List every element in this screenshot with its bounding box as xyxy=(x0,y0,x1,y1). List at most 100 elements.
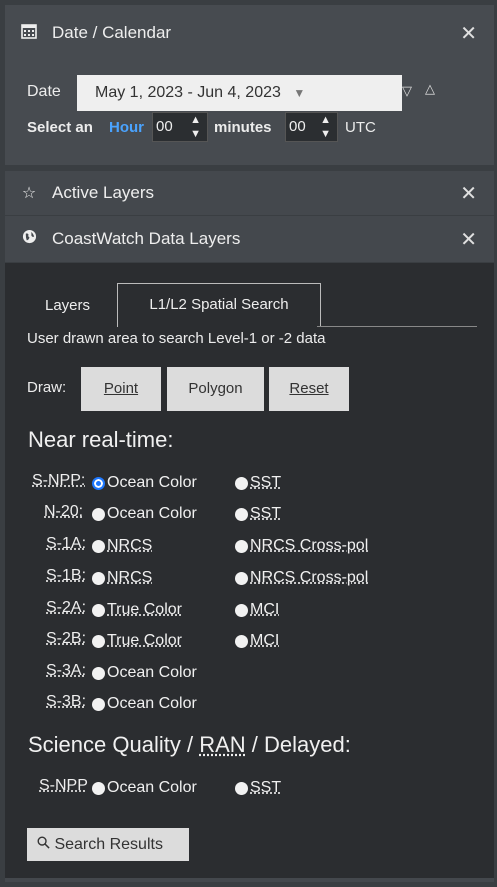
radio-icon xyxy=(92,634,105,648)
sat-label: S-2B: xyxy=(46,630,87,647)
ran-abbreviation: RAN xyxy=(199,732,246,757)
point-button[interactable]: Point xyxy=(81,367,161,411)
date-range-select[interactable]: May 1, 2023 - Jun 4, 2023 ▼ xyxy=(77,75,402,111)
radio-snpp-sst[interactable]: SST xyxy=(235,474,281,492)
tab-underline xyxy=(317,326,477,327)
nrt-row-s1a: S-1A: NRCS NRCS Cross-pol xyxy=(5,535,494,563)
sat-label: N-20: xyxy=(44,503,84,520)
draw-label: Draw: xyxy=(27,379,67,396)
radio-icon xyxy=(92,603,105,617)
radio-s1b-nrcs-cross-pol[interactable]: NRCS Cross-pol xyxy=(235,569,368,587)
radio-s1a-nrcs[interactable]: NRCS xyxy=(92,537,152,555)
active-layers-header[interactable]: ☆ Active Layers ✕ xyxy=(5,171,494,215)
radio-s2a-true-color[interactable]: True Color xyxy=(92,601,182,619)
sat-label: S-1A: xyxy=(46,535,87,552)
coastwatch-layers-header[interactable]: CoastWatch Data Layers ✕ xyxy=(5,216,494,262)
science-row-snpp: S-NPP Ocean Color SST xyxy=(5,777,494,805)
radio-icon xyxy=(92,781,105,795)
minutes-label: minutes xyxy=(214,119,272,136)
radio-icon xyxy=(92,539,105,553)
radio-n20-ocean-color[interactable]: Ocean Color xyxy=(92,505,197,523)
chevron-down-icon: ▼ xyxy=(293,86,306,100)
description-text: User drawn area to search Level-1 or -2 … xyxy=(27,330,326,347)
science-quality-heading: Science Quality / RAN / Delayed: xyxy=(28,732,351,758)
select-an-label: Select an xyxy=(27,119,93,136)
radio-icon xyxy=(235,507,248,521)
option-label: Ocean Color xyxy=(107,779,197,796)
radio-s3a-ocean-color[interactable]: Ocean Color xyxy=(92,664,197,682)
radio-snpp-ocean-color[interactable]: Ocean Color xyxy=(92,474,197,492)
radio-selected-icon xyxy=(92,476,105,490)
radio-n20-sst[interactable]: SST xyxy=(235,505,281,523)
polygon-button[interactable]: Polygon xyxy=(167,367,264,411)
reset-label: Reset xyxy=(289,380,329,397)
nrt-row-s3a: S-3A: Ocean Color xyxy=(5,662,494,690)
calendar-icon xyxy=(19,23,39,44)
bottom-bar xyxy=(5,878,494,882)
search-icon xyxy=(37,836,54,853)
option-label: Ocean Color xyxy=(107,695,197,712)
close-icon[interactable]: ✕ xyxy=(460,227,477,252)
reset-button[interactable]: Reset xyxy=(269,367,349,411)
sat-label: S-2A: xyxy=(46,599,87,616)
radio-s2b-mci[interactable]: MCI xyxy=(235,632,279,650)
date-range-value: May 1, 2023 - Jun 4, 2023 xyxy=(95,84,281,101)
date-calendar-section: Date / Calendar ✕ Date May 1, 2023 - Jun… xyxy=(5,5,494,165)
option-label: SST xyxy=(250,779,282,796)
tab-l1l2-spatial-search[interactable]: L1/L2 Spatial Search xyxy=(117,283,321,327)
sat-label: S-3B: xyxy=(46,693,87,710)
option-label: NRCS xyxy=(107,537,153,554)
radio-icon xyxy=(92,571,105,585)
spinner-icon[interactable]: ▲ ▼ xyxy=(190,113,201,141)
science-heading-part: Science Quality / xyxy=(28,732,200,757)
radio-s1b-nrcs[interactable]: NRCS xyxy=(92,569,152,587)
option-label: True Color xyxy=(107,601,182,618)
date-label: Date xyxy=(27,83,61,100)
tab-l1l2-label: L1/L2 Spatial Search xyxy=(149,296,289,313)
option-label: MCI xyxy=(250,632,280,649)
nrt-row-snpp: S-NPP: Ocean Color SST xyxy=(5,472,494,500)
nrt-row-s1b: S-1B: NRCS NRCS Cross-pol xyxy=(5,567,494,595)
option-label: MCI xyxy=(250,601,280,618)
minutes-stepper[interactable]: 00 ▲ ▼ xyxy=(285,112,338,142)
radio-s2b-true-color[interactable]: True Color xyxy=(92,632,182,650)
close-icon[interactable]: ✕ xyxy=(460,181,477,206)
spinner-icon[interactable]: ▲ ▼ xyxy=(320,113,331,141)
map-sidebar-panel: Date / Calendar ✕ Date May 1, 2023 - Jun… xyxy=(5,5,494,882)
search-results-button[interactable]: Search Results xyxy=(27,828,189,861)
radio-icon xyxy=(92,507,105,521)
radio-science-snpp-ocean-color[interactable]: Ocean Color xyxy=(92,779,197,797)
date-calendar-header[interactable]: Date / Calendar ✕ xyxy=(5,11,494,55)
radio-s3b-ocean-color[interactable]: Ocean Color xyxy=(92,695,197,713)
option-label: True Color xyxy=(107,632,182,649)
point-label: Point xyxy=(103,380,139,397)
radio-icon xyxy=(92,666,105,680)
radio-s1a-nrcs-cross-pol[interactable]: NRCS Cross-pol xyxy=(235,537,368,555)
radio-icon xyxy=(235,476,248,490)
sat-label: S-1B: xyxy=(46,567,87,584)
radio-icon xyxy=(235,539,248,553)
radio-science-snpp-sst[interactable]: SST xyxy=(235,779,281,797)
option-label: Ocean Color xyxy=(107,664,197,681)
option-label: SST xyxy=(250,505,282,522)
collapse-up-icon[interactable]: △ xyxy=(425,81,435,97)
hour-stepper[interactable]: 00 ▲ ▼ xyxy=(152,112,208,142)
expand-down-icon[interactable]: ▽ xyxy=(402,83,412,99)
radio-icon xyxy=(235,603,248,617)
near-real-time-heading: Near real-time: xyxy=(28,427,174,452)
hour-label: Hour xyxy=(109,119,144,136)
option-label: NRCS Cross-pol xyxy=(250,537,369,554)
option-label: NRCS xyxy=(107,569,153,586)
spatial-search-content: Layers L1/L2 Spatial Search User drawn a… xyxy=(5,263,494,882)
active-layers-title: Active Layers xyxy=(52,183,155,202)
coastwatch-title: CoastWatch Data Layers xyxy=(52,229,241,248)
radio-icon xyxy=(235,571,248,585)
sat-label: S-NPP: xyxy=(32,472,86,489)
hour-value: 00 xyxy=(156,118,173,135)
nrt-row-s2b: S-2B: True Color MCI xyxy=(5,630,494,658)
close-icon[interactable]: ✕ xyxy=(460,21,477,46)
tab-layers[interactable]: Layers xyxy=(45,297,90,314)
option-label: NRCS Cross-pol xyxy=(250,569,369,586)
utc-label: UTC xyxy=(345,119,376,136)
radio-s2a-mci[interactable]: MCI xyxy=(235,601,279,619)
